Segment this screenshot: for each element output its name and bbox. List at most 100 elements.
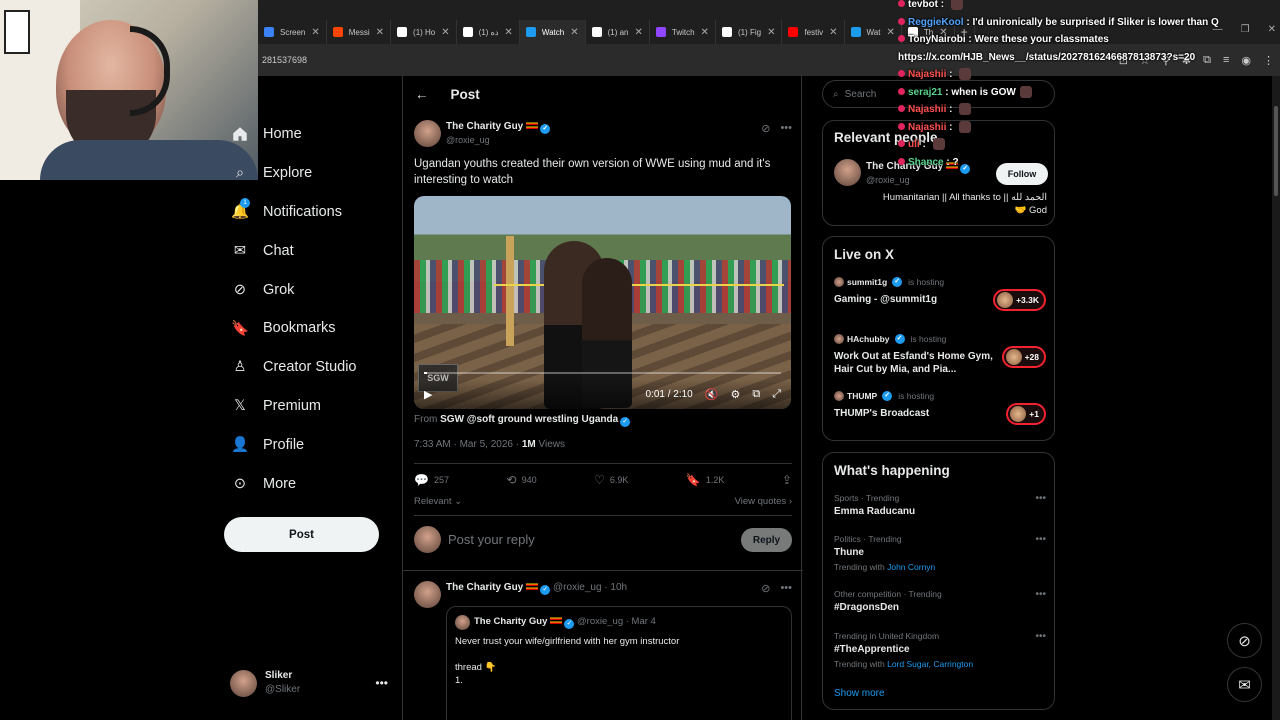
- tab-close-icon[interactable]: ✕: [767, 27, 775, 38]
- more-dots-icon[interactable]: •••: [1035, 631, 1046, 642]
- post-button[interactable]: Post: [224, 517, 379, 552]
- share-action[interactable]: ⇪: [782, 473, 792, 487]
- tab-close-icon[interactable]: ✕: [311, 27, 319, 38]
- more-dots-icon[interactable]: •••: [1035, 493, 1046, 504]
- person-avatar[interactable]: [834, 159, 861, 186]
- grok-icon[interactable]: ⊘: [761, 582, 770, 595]
- nav-item-premium[interactable]: 𝕏 Premium: [224, 387, 394, 426]
- play-icon[interactable]: ▶: [424, 388, 432, 401]
- tab-close-icon[interactable]: ✕: [829, 27, 837, 38]
- browser-tab[interactable]: Messi ✕: [327, 20, 392, 44]
- nav-item-bookmarks[interactable]: 🔖 Bookmarks: [224, 309, 394, 348]
- nav-item-more[interactable]: ⊙ More: [224, 464, 394, 503]
- trend-item[interactable]: Sports · Trending Emma Raducanu •••: [834, 493, 1046, 517]
- live-title-text[interactable]: Gaming - @summit1g: [834, 293, 994, 306]
- browser-tab[interactable]: (1) Ho ✕: [391, 20, 457, 44]
- quoted-tweet[interactable]: The Charity Guy ✓ @roxie_ug · Mar 4 Never…: [446, 606, 792, 720]
- host-name[interactable]: summit1g: [847, 277, 887, 287]
- browser-tab[interactable]: Twitch ✕: [650, 20, 716, 44]
- pip-icon[interactable]: ⧉: [752, 388, 760, 401]
- fullscreen-icon[interactable]: ⤢: [772, 388, 781, 401]
- reply-author-name[interactable]: The Charity Guy: [446, 582, 523, 593]
- grok-fab[interactable]: ⊘: [1227, 623, 1262, 658]
- bookmark-action[interactable]: 🔖 1.2K: [686, 473, 724, 487]
- author-avatar[interactable]: [414, 120, 441, 147]
- reply-action[interactable]: 💬 257: [414, 473, 449, 487]
- more-dots-icon[interactable]: •••: [1035, 589, 1046, 600]
- more-dots-icon[interactable]: •••: [780, 582, 792, 595]
- show-more-link[interactable]: Show more: [834, 688, 885, 699]
- sort-dropdown[interactable]: Relevant ⌄: [414, 496, 462, 507]
- trend-item[interactable]: Politics · Trending Thune ••• Trending with…: [834, 534, 1046, 572]
- host-name[interactable]: THUMP: [847, 391, 877, 401]
- tab-close-icon[interactable]: ✕: [441, 27, 449, 38]
- messages-fab[interactable]: ✉: [1227, 667, 1262, 702]
- live-listener-count[interactable]: +1: [1006, 403, 1046, 425]
- scrollbar-thumb[interactable]: [1274, 106, 1278, 196]
- tab-close-icon[interactable]: ✕: [701, 27, 709, 38]
- more-dots-icon[interactable]: •••: [375, 676, 388, 690]
- reply-time[interactable]: · 10h: [604, 582, 627, 593]
- view-quotes-link[interactable]: View quotes ›: [735, 496, 792, 507]
- like-action[interactable]: ♡ 6.9K: [594, 473, 628, 487]
- nav-item-profile[interactable]: 👤 Profile: [224, 425, 394, 464]
- trend-item[interactable]: Other competition · Trending #DragonsDen •…: [834, 589, 1046, 613]
- tweet-timestamp[interactable]: 7:33 AM · Mar 5, 2026 ·: [414, 439, 519, 450]
- trend-name[interactable]: #DragonsDen: [834, 602, 1046, 613]
- nav-item-creator-studio[interactable]: ♙ Creator Studio: [224, 348, 394, 387]
- tab-close-icon[interactable]: ✕: [634, 27, 642, 38]
- browser-tab[interactable]: Wat ✕: [845, 20, 902, 44]
- account-switcher[interactable]: Sliker @Sliker •••: [230, 666, 390, 700]
- tab-close-icon[interactable]: ✕: [886, 27, 894, 38]
- browser-tab[interactable]: (1) ده ✕: [457, 20, 520, 44]
- live-broadcast[interactable]: summit1g ✓ is hosting Gaming - @summit1g +3.…: [834, 277, 1046, 311]
- person-handle[interactable]: @roxie_ug: [866, 175, 910, 185]
- nav-item-chat[interactable]: ✉ Chat: [224, 231, 394, 270]
- nav-item-explore[interactable]: ⌕ Explore: [224, 154, 394, 193]
- browser-tab[interactable]: Watch ✕: [519, 20, 586, 44]
- live-broadcast[interactable]: THUMP ✓ is hosting THUMP's Broadcast +1: [834, 391, 1046, 425]
- profile-icon[interactable]: ◉: [1241, 54, 1251, 67]
- live-title-text[interactable]: Work Out at Esfand's Home Gym, Hair Cut …: [834, 350, 994, 376]
- kebab-icon[interactable]: ⋮: [1263, 54, 1274, 67]
- trend-name[interactable]: Thune: [834, 547, 1046, 558]
- trend-name[interactable]: Emma Raducanu: [834, 506, 1046, 517]
- browser-tab[interactable]: festiv ✕: [782, 20, 845, 44]
- reply-button[interactable]: Reply: [741, 528, 792, 552]
- browser-tab[interactable]: (1) an ✕: [586, 20, 650, 44]
- live-broadcast[interactable]: HAchubby ✓ is hosting Work Out at Esfand's …: [834, 334, 1046, 376]
- tweet-video[interactable]: SGW ▶ 0:01 / 2:10 🔇 ⚙ ⧉ ⤢: [414, 196, 791, 409]
- tab-close-icon[interactable]: ✕: [504, 27, 512, 38]
- close-window-icon[interactable]: ✕: [1268, 24, 1276, 35]
- settings-icon[interactable]: ⚙: [730, 388, 740, 401]
- tab-close-icon[interactable]: ✕: [376, 27, 384, 38]
- trending-with-link[interactable]: Lord Sugar, Carrington: [887, 659, 973, 669]
- repost-action[interactable]: ⟲ 940: [507, 473, 537, 487]
- trending-with-link[interactable]: John Cornyn: [887, 562, 935, 572]
- restore-icon[interactable]: ❐: [1241, 24, 1250, 35]
- author-name[interactable]: The Charity Guy: [446, 121, 523, 132]
- grok-icon[interactable]: ⊘: [761, 122, 770, 135]
- reply-input[interactable]: Post your reply: [448, 532, 535, 547]
- reply-author-avatar[interactable]: [414, 581, 441, 608]
- nav-item-home[interactable]: Home: [224, 115, 394, 154]
- trend-item[interactable]: Trending in United Kingdom #TheApprentice…: [834, 631, 1046, 669]
- more-dots-icon[interactable]: •••: [780, 122, 792, 135]
- tab-close-icon[interactable]: ✕: [570, 27, 578, 38]
- back-arrow-icon[interactable]: ←: [415, 87, 429, 102]
- trend-name[interactable]: #TheApprentice: [834, 644, 1046, 655]
- url-text[interactable]: 281537698: [262, 55, 307, 65]
- volume-icon[interactable]: 🔇: [705, 388, 719, 401]
- more-dots-icon[interactable]: •••: [1035, 534, 1046, 545]
- browser-tab[interactable]: (1) Fig ✕: [716, 20, 783, 44]
- live-listener-count[interactable]: +28: [1001, 346, 1046, 368]
- live-title-text[interactable]: THUMP's Broadcast: [834, 407, 994, 420]
- from-source[interactable]: SGW @soft ground wrestling Uganda: [440, 414, 618, 425]
- video-progress-bar[interactable]: [424, 372, 781, 374]
- nav-item-notifications[interactable]: 🔔 1 Notifications: [224, 193, 394, 232]
- browser-tab[interactable]: Screen ✕: [258, 20, 327, 44]
- nav-item-grok[interactable]: ⊘ Grok: [224, 270, 394, 309]
- live-listener-count[interactable]: +3.3K: [993, 289, 1046, 311]
- host-name[interactable]: HAchubby: [847, 334, 890, 344]
- author-handle[interactable]: @roxie_ug: [446, 135, 490, 145]
